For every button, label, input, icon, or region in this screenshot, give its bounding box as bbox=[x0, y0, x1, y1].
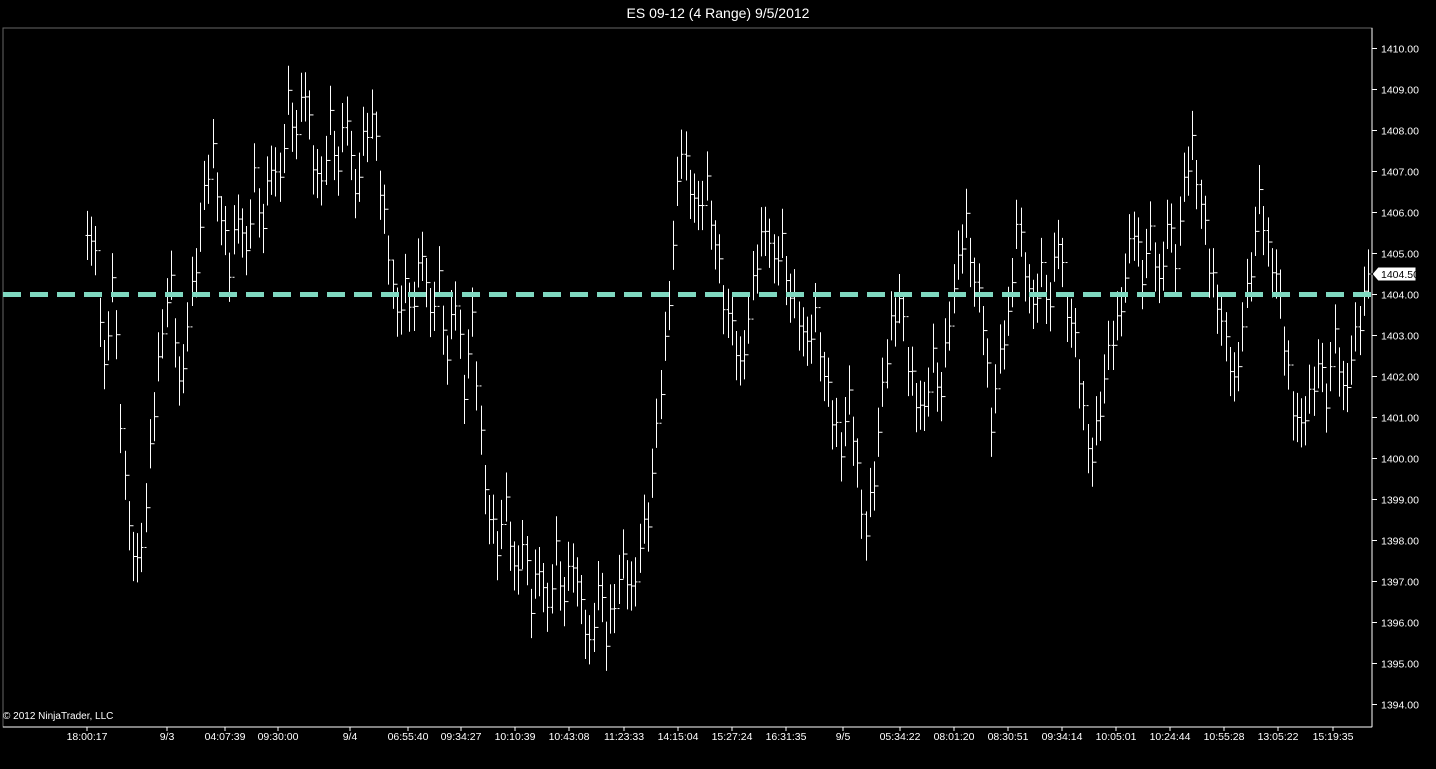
time-tick-label: 06:55:40 bbox=[388, 731, 429, 743]
time-tick-label: 11:23:33 bbox=[604, 731, 644, 743]
time-tick-label: 10:55:28 bbox=[1204, 731, 1245, 743]
price-tick-label: 1402.00 bbox=[1381, 372, 1419, 384]
time-tick-label: 09:30:00 bbox=[258, 731, 299, 743]
time-tick-label: 9/4 bbox=[343, 731, 358, 743]
price-tick-label: 1407.00 bbox=[1381, 167, 1419, 179]
time-tick-label: 10:10:39 bbox=[495, 731, 536, 743]
time-tick-label: 10:05:01 bbox=[1096, 731, 1137, 743]
time-tick-label: 05:34:22 bbox=[880, 731, 921, 743]
price-tick-label: 1401.00 bbox=[1381, 413, 1419, 425]
time-tick-label: 18:00:17 bbox=[67, 731, 108, 743]
time-tick-label: 09:34:27 bbox=[441, 731, 482, 743]
time-tick-label: 15:27:24 bbox=[712, 731, 753, 743]
price-chart[interactable]: 1394.00 1395.00 1396.00 1397.00 1398.00 1399.… bbox=[0, 0, 1436, 769]
chart-window: ES 09-12 (4 Range) 9/5/2012 1394.00 1395.… bbox=[0, 0, 1436, 769]
time-tick-label: 9/5 bbox=[836, 731, 851, 743]
time-tick-label: 14:15:04 bbox=[658, 731, 699, 743]
price-tick-label: 1408.00 bbox=[1381, 126, 1419, 138]
price-tick-label: 1405.00 bbox=[1381, 249, 1419, 261]
time-tick-label: 09:34:14 bbox=[1042, 731, 1083, 743]
price-tick-label: 1403.00 bbox=[1381, 331, 1419, 343]
plot-frame bbox=[2, 27, 1373, 728]
price-tick-label: 1410.00 bbox=[1381, 44, 1419, 56]
time-tick-label: 9/3 bbox=[160, 731, 175, 743]
price-tick-label: 1394.00 bbox=[1381, 700, 1419, 712]
price-tick-label: 1397.00 bbox=[1381, 577, 1419, 589]
time-tick-label: 10:24:44 bbox=[1150, 731, 1191, 743]
price-tick-label: 1400.00 bbox=[1381, 454, 1419, 466]
time-tick-label: 08:01:20 bbox=[934, 731, 975, 743]
time-tick-label: 13:05:22 bbox=[1258, 731, 1299, 743]
time-tick-label: 15:19:35 bbox=[1313, 731, 1354, 743]
price-tick-label: 1398.00 bbox=[1381, 536, 1419, 548]
price-tick-label: 1395.00 bbox=[1381, 659, 1419, 671]
price-tick-label: 1409.00 bbox=[1381, 85, 1419, 97]
last-price-label: 1404.50 bbox=[1381, 269, 1419, 281]
price-tick-label: 1404.00 bbox=[1381, 290, 1419, 302]
time-tick-label: 04:07:39 bbox=[205, 731, 246, 743]
time-tick-label: 16:31:35 bbox=[766, 731, 807, 743]
time-tick-label: 08:30:51 bbox=[988, 731, 1029, 743]
time-tick-label: 10:43:08 bbox=[549, 731, 590, 743]
copyright-notice: © 2012 NinjaTrader, LLC bbox=[3, 711, 114, 722]
price-tick-label: 1399.00 bbox=[1381, 495, 1419, 507]
price-tick-label: 1406.00 bbox=[1381, 208, 1419, 220]
price-tick-label: 1396.00 bbox=[1381, 618, 1419, 630]
